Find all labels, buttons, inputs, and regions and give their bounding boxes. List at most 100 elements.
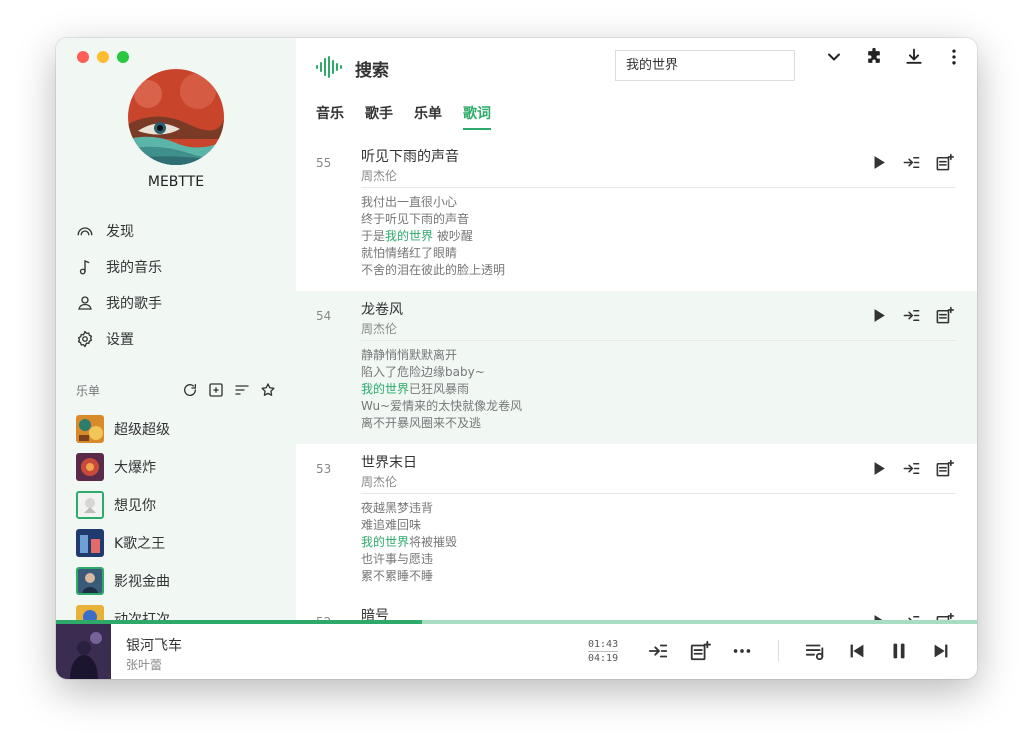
nav-item-my-artists[interactable]: 我的歌手 bbox=[76, 285, 162, 321]
playlist-item[interactable]: 影视金曲 bbox=[76, 562, 170, 600]
playlist-item[interactable]: 大爆炸 bbox=[76, 448, 170, 486]
close-window-button[interactable] bbox=[77, 51, 89, 63]
sidebar: MEBTTE 发现 我的音乐 我的歌手 设置 乐单 超级超级 大爆炸 想见你 K… bbox=[56, 38, 296, 633]
lyric-line: 于是我的世界 被吵醒 bbox=[361, 229, 473, 243]
player-bar: 银河飞车 张叶蕾 01:43 04:19 bbox=[56, 624, 977, 679]
lyrics-snippet: 我付出一直很小心 终于听见下雨的声音 于是我的世界 被吵醒 就怕情绪红了眼睛 不… bbox=[361, 194, 505, 279]
result-artist[interactable]: 周杰伦 bbox=[361, 167, 397, 184]
play-next-icon[interactable] bbox=[902, 153, 921, 172]
playlist-label: 超级超级 bbox=[114, 422, 170, 438]
duration: 04:19 bbox=[588, 653, 619, 664]
keyword-highlight: 我的世界 bbox=[361, 382, 410, 396]
search-results: 55 听见下雨的声音 周杰伦 我付出一直很小心 终于听见下雨的声音 于是我的世界… bbox=[296, 138, 977, 621]
search-input[interactable]: 我的世界 bbox=[615, 50, 795, 81]
playlist-item[interactable]: 想见你 bbox=[76, 486, 170, 524]
playlist-label: 想见你 bbox=[114, 498, 156, 514]
rainbow-icon bbox=[77, 227, 93, 236]
tab-artists[interactable]: 歌手 bbox=[365, 103, 393, 130]
nav-item-settings[interactable]: 设置 bbox=[76, 321, 162, 357]
playlist-cover bbox=[76, 491, 104, 519]
result-item[interactable]: 55 听见下雨的声音 周杰伦 我付出一直很小心 终于听见下雨的声音 于是我的世界… bbox=[296, 138, 977, 291]
lyric-line: 我的世界将被摧毁 bbox=[361, 535, 458, 549]
add-to-playlist-icon[interactable] bbox=[689, 640, 711, 662]
play-icon[interactable] bbox=[869, 459, 888, 478]
lyric-line: 也许事与愿违 bbox=[361, 552, 434, 566]
add-to-playlist-icon[interactable] bbox=[935, 153, 954, 172]
refresh-icon[interactable] bbox=[182, 382, 198, 398]
nav-item-my-music[interactable]: 我的音乐 bbox=[76, 249, 162, 285]
user-avatar[interactable] bbox=[128, 69, 224, 165]
result-number: 55 bbox=[316, 156, 332, 170]
playlist-cover bbox=[76, 415, 104, 443]
add-playlist-icon[interactable] bbox=[208, 382, 224, 398]
lyric-line: 我付出一直很小心 bbox=[361, 195, 458, 209]
now-playing-title[interactable]: 银河飞车 bbox=[126, 635, 182, 655]
result-artist[interactable]: 周杰伦 bbox=[361, 320, 397, 337]
divider bbox=[361, 340, 956, 341]
waveform-logo-icon bbox=[316, 56, 342, 78]
chevron-down-icon[interactable] bbox=[824, 47, 844, 67]
play-icon[interactable] bbox=[869, 306, 888, 325]
now-playing-artist[interactable]: 张叶蕾 bbox=[126, 656, 162, 673]
more-vertical-icon[interactable] bbox=[944, 47, 964, 67]
maximize-window-button[interactable] bbox=[117, 51, 129, 63]
more-horizontal-icon[interactable] bbox=[731, 640, 753, 662]
result-item[interactable]: 52 暗号 bbox=[296, 597, 977, 621]
play-next-icon[interactable] bbox=[902, 459, 921, 478]
result-actions bbox=[869, 459, 954, 478]
nav-item-discover[interactable]: 发现 bbox=[76, 213, 162, 249]
play-icon[interactable] bbox=[869, 153, 888, 172]
result-title: 听见下雨的声音 bbox=[361, 149, 459, 165]
lyric-line: 离不开暴风圈来不及逃 bbox=[361, 416, 482, 430]
lyric-line: 不舍的泪在彼此的脸上透明 bbox=[361, 263, 506, 277]
lyric-line: 终于听见下雨的声音 bbox=[361, 212, 470, 226]
gear-icon bbox=[77, 330, 93, 348]
playlist-item[interactable]: K歌之王 bbox=[76, 524, 170, 562]
play-next-icon[interactable] bbox=[647, 640, 669, 662]
now-playing-cover[interactable] bbox=[56, 624, 111, 679]
plugin-icon[interactable] bbox=[864, 47, 884, 67]
result-number: 53 bbox=[316, 462, 332, 476]
queue-icon[interactable] bbox=[804, 640, 826, 662]
playlist-item[interactable]: 超级超级 bbox=[76, 410, 170, 448]
add-to-playlist-icon[interactable] bbox=[935, 306, 954, 325]
lyric-line: Wu~爱情来的太快就像龙卷风 bbox=[361, 399, 523, 413]
playlist-list: 超级超级 大爆炸 想见你 K歌之王 影视金曲 动次打次 bbox=[76, 410, 170, 638]
keyword-highlight: 我的世界 bbox=[385, 229, 434, 243]
main-panel: 搜索 我的世界 音乐 歌手 乐单 歌词 55 听见下雨的声音 周杰伦 我付出一直… bbox=[296, 38, 977, 621]
window-controls bbox=[77, 51, 129, 63]
current-time: 01:43 bbox=[588, 639, 619, 650]
playlist-cover bbox=[76, 453, 104, 481]
sort-icon[interactable] bbox=[234, 382, 250, 398]
star-icon[interactable] bbox=[260, 382, 276, 398]
pause-icon[interactable] bbox=[888, 640, 910, 662]
result-item[interactable]: 53 世界末日 周杰伦 夜越黑梦违背 难追难回味 我的世界将被摧毁 也许事与愿违… bbox=[296, 444, 977, 597]
divider bbox=[361, 187, 956, 188]
playlist-cover bbox=[76, 529, 104, 557]
music-note-icon bbox=[79, 260, 90, 275]
tab-playlists[interactable]: 乐单 bbox=[414, 103, 442, 130]
playlist-cover bbox=[76, 567, 104, 595]
play-next-icon[interactable] bbox=[902, 306, 921, 325]
playlist-label: K歌之王 bbox=[114, 536, 166, 552]
download-icon[interactable] bbox=[904, 47, 924, 67]
next-track-icon[interactable] bbox=[930, 640, 952, 662]
add-to-playlist-icon[interactable] bbox=[935, 459, 954, 478]
nav-item-label: 发现 bbox=[106, 224, 134, 240]
main-nav: 发现 我的音乐 我的歌手 设置 bbox=[76, 213, 162, 357]
username: MEBTTE bbox=[147, 174, 205, 190]
lyrics-snippet: 夜越黑梦违背 难追难回味 我的世界将被摧毁 也许事与愿违 累不累睡不睡 bbox=[361, 500, 457, 585]
minimize-window-button[interactable] bbox=[97, 51, 109, 63]
result-title: 世界末日 bbox=[361, 455, 417, 471]
tab-lyrics[interactable]: 歌词 bbox=[463, 103, 491, 130]
lyric-line: 难追难回味 bbox=[361, 518, 422, 532]
playlist-header-title: 乐单 bbox=[76, 383, 101, 398]
result-actions bbox=[869, 153, 954, 172]
tab-music[interactable]: 音乐 bbox=[316, 103, 344, 130]
playlist-label: 影视金曲 bbox=[114, 574, 170, 590]
lyric-line: 陷入了危险边缘baby~ bbox=[361, 365, 485, 379]
previous-track-icon[interactable] bbox=[846, 640, 868, 662]
result-item[interactable]: 54 龙卷风 周杰伦 静静悄悄默默离开 陷入了危险边缘baby~ 我的世界已狂风… bbox=[296, 291, 977, 444]
result-artist[interactable]: 周杰伦 bbox=[361, 473, 397, 490]
page-title: 搜索 bbox=[355, 61, 389, 81]
